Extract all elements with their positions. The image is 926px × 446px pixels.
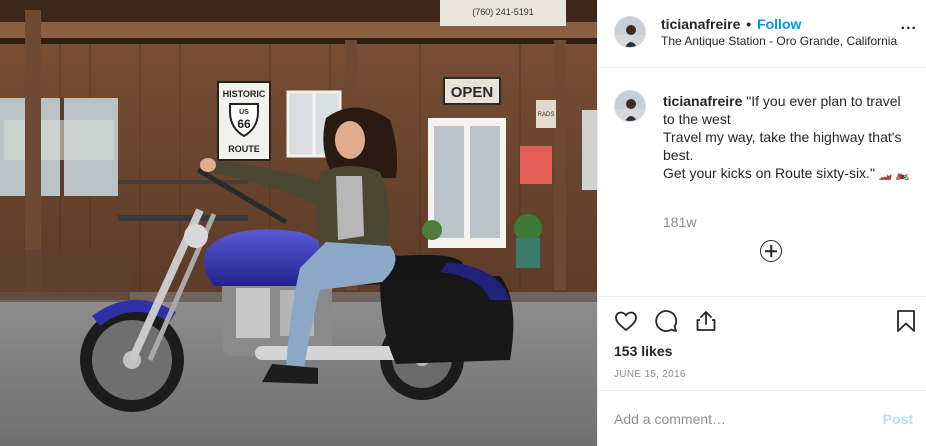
svg-text:RADS: RADS [538,112,555,118]
location-link[interactable]: The Antique Station - Oro Grande, Califo… [661,34,897,48]
ellipsis-icon[interactable]: ... [901,16,917,34]
follow-button[interactable]: Follow [757,16,801,32]
caption-avatar[interactable] [614,90,646,122]
username-link[interactable]: ticianafreire [661,16,740,32]
avatar-image [615,17,645,47]
comments-section: ticianafreire "If you ever plan to trave… [598,68,926,296]
svg-text:HISTORIC: HISTORIC [223,89,266,99]
caption-line-3: Get your kicks on Route sixty-six." [663,165,875,181]
add-comment-bar: Post [598,390,926,446]
caption-line-2: Travel my way, take the highway that's b… [663,129,902,163]
photo-illustration: (760) 241-5191 HISTORIC US 66 ROUTE OPEN [0,0,597,446]
post-caption: ticianafreire "If you ever plan to trave… [663,92,913,184]
post-sidebar: ticianafreire • Follow The Antique Stati… [597,0,926,446]
share-icon[interactable] [694,309,718,338]
likes-count[interactable]: 153 likes [614,343,672,359]
post-header: ticianafreire • Follow The Antique Stati… [598,0,926,68]
caption-emoji: 🏎️ 🏍️ [878,169,910,181]
avatar-image [615,91,645,121]
svg-text:66: 66 [237,117,251,131]
svg-text:US: US [239,109,249,116]
comment-input[interactable] [614,408,864,430]
svg-text:ROUTE: ROUTE [228,144,260,154]
caption-timestamp[interactable]: 181w [663,214,696,230]
post-photo[interactable]: (760) 241-5191 HISTORIC US 66 ROUTE OPEN [0,0,597,446]
phone-sign-text: (760) 241-5191 [472,7,534,17]
heart-icon[interactable] [614,309,638,338]
open-sign: OPEN [443,77,501,105]
svg-text:OPEN: OPEN [451,84,494,101]
post-date[interactable]: June 15, 2016 [614,369,686,380]
bookmark-icon[interactable] [895,309,917,338]
action-bar: 153 likes June 15, 2016 [598,296,926,390]
separator-dot: • [746,16,752,32]
post-comment-button[interactable]: Post [883,411,913,427]
caption-username[interactable]: ticianafreire [663,93,742,109]
route-66-sign: HISTORIC US 66 ROUTE [217,81,271,161]
header-username-row: ticianafreire • Follow [661,16,801,32]
avatar[interactable] [614,16,646,48]
plus-circle-icon[interactable] [760,240,782,262]
speech-bubble-icon[interactable] [654,309,678,338]
